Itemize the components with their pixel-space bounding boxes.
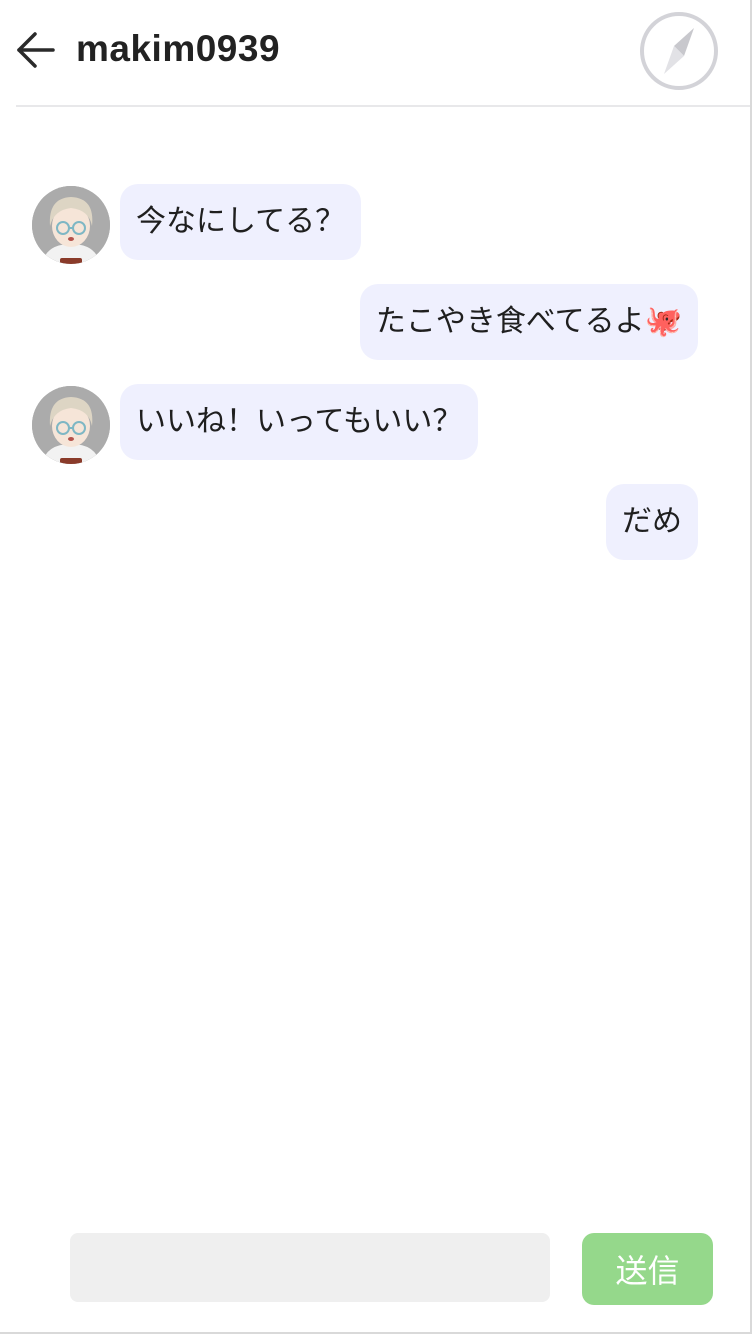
partner-avatar[interactable] xyxy=(32,386,110,464)
chat-header: makim0939 xyxy=(16,0,750,107)
back-button[interactable] xyxy=(16,30,56,70)
message-bubble-received: いいね！いってもいい？ xyxy=(120,384,479,460)
avatar-illustration xyxy=(32,186,110,264)
compass-icon xyxy=(640,12,718,90)
message-input[interactable] xyxy=(70,1233,550,1302)
avatar-illustration xyxy=(32,386,110,464)
arrow-left-icon xyxy=(17,32,55,68)
compass-button[interactable] xyxy=(638,10,720,92)
partner-avatar[interactable] xyxy=(32,186,110,264)
chat-screen: makim0939 今なにしてる？ たこやき食べてるよ🐙 いいね！いってもいい？… xyxy=(0,0,752,1334)
send-button[interactable]: 送信 xyxy=(582,1233,713,1305)
chat-partner-username: makim0939 xyxy=(76,28,281,69)
message-bubble-sent: だめ xyxy=(606,484,698,560)
message-bubble-sent: たこやき食べてるよ🐙 xyxy=(359,284,698,360)
message-bubble-received: 今なにしてる？ xyxy=(120,184,362,260)
